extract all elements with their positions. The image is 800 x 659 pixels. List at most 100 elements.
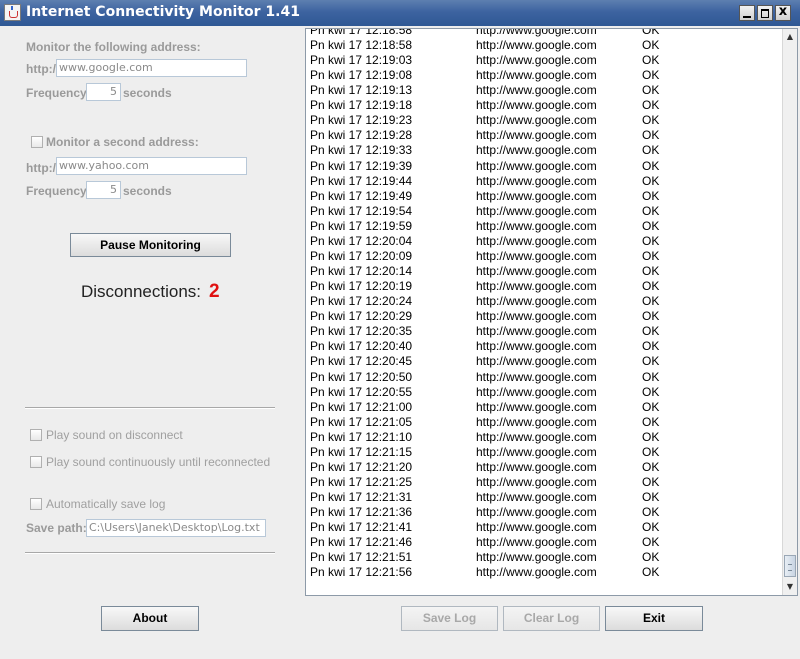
log-status: OK xyxy=(642,218,660,233)
log-row[interactable]: Pn kwi 17 12:21:10 http://www.google.com O… xyxy=(306,430,784,445)
log-url: http://www.google.com xyxy=(476,490,597,505)
log-row[interactable]: Pn kwi 17 12:21:41 http://www.google.com O… xyxy=(306,520,784,535)
log-row[interactable]: Pn kwi 17 12:20:40 http://www.google.com O… xyxy=(306,339,784,354)
log-time: Pn kwi 17 12:21:56 xyxy=(310,565,413,580)
scroll-down-icon[interactable]: ▼ xyxy=(784,581,796,593)
log-row[interactable]: Pn kwi 17 12:21:51 http://www.google.com O… xyxy=(306,550,784,565)
save-path-label: Save path: xyxy=(26,521,87,535)
log-row[interactable]: Pn kwi 17 12:21:36 http://www.google.com O… xyxy=(306,505,784,520)
log-row[interactable]: Pn kwi 17 12:20:55 http://www.google.com O… xyxy=(306,385,784,400)
log-row[interactable]: Pn kwi 17 12:20:04 http://www.google.com O… xyxy=(306,234,784,249)
scrollbar-thumb[interactable] xyxy=(784,555,796,577)
log-url: http://www.google.com xyxy=(476,83,597,98)
log-status: OK xyxy=(642,550,660,565)
log-url: http://www.google.com xyxy=(476,354,597,369)
log-status: OK xyxy=(642,264,660,279)
log-row[interactable]: Pn kwi 17 12:19:39 http://www.google.com O… xyxy=(306,159,784,174)
log-cell-partial: http://www.google.com xyxy=(476,28,597,37)
log-url: http://www.google.com xyxy=(476,459,597,474)
log-status: OK xyxy=(642,158,660,173)
second-address-label: Monitor a second address: xyxy=(46,135,199,149)
log-status: OK xyxy=(642,294,660,309)
log-row[interactable]: Pn kwi 17 12:20:09 http://www.google.com O… xyxy=(306,249,784,264)
log-row[interactable]: Pn kwi 17 12:21:15 http://www.google.com O… xyxy=(306,445,784,460)
log-row[interactable]: Pn kwi 17 12:21:25 http://www.google.com O… xyxy=(306,475,784,490)
log-row[interactable]: Pn kwi 17 12:21:20 http://www.google.com O… xyxy=(306,460,784,475)
log-scrollbar[interactable]: ▲ ▼ xyxy=(782,29,797,595)
log-url: http://www.google.com xyxy=(476,143,597,158)
log-status: OK xyxy=(642,339,660,354)
log-list[interactable]: Pn kwi 17 12:18:58 http://www.google.com O… xyxy=(305,28,798,596)
log-status: OK xyxy=(642,98,660,113)
java-app-icon[interactable] xyxy=(4,4,21,21)
log-status: OK xyxy=(642,565,660,580)
log-time: Pn kwi 17 12:21:51 xyxy=(310,550,413,565)
log-row[interactable]: Pn kwi 17 12:19:03 http://www.google.com O… xyxy=(306,53,784,68)
save-log-button[interactable]: Save Log xyxy=(401,606,498,631)
log-row[interactable]: Pn kwi 17 12:19:59 http://www.google.com O… xyxy=(306,219,784,234)
log-row[interactable]: Pn kwi 17 12:20:24 http://www.google.com O… xyxy=(306,294,784,309)
pause-monitoring-button[interactable]: Pause Monitoring xyxy=(70,233,231,257)
log-url: http://www.google.com xyxy=(476,188,597,203)
log-row[interactable]: Pn kwi 17 12:20:45 http://www.google.com O… xyxy=(306,354,784,369)
log-row[interactable]: Pn kwi 17 12:20:29 http://www.google.com O… xyxy=(306,309,784,324)
log-row[interactable]: Pn kwi 17 12:19:33 http://www.google.com O… xyxy=(306,143,784,158)
log-url: http://www.google.com xyxy=(476,369,597,384)
about-button[interactable]: About xyxy=(101,606,199,631)
second-address-input[interactable]: www.yahoo.com xyxy=(56,157,247,175)
log-time: Pn kwi 17 12:19:59 xyxy=(310,218,413,233)
log-time: Pn kwi 17 12:19:13 xyxy=(310,83,413,98)
log-row[interactable]: Pn kwi 17 12:19:54 http://www.google.com O… xyxy=(306,204,784,219)
log-row[interactable]: Pn kwi 17 12:21:00 http://www.google.com O… xyxy=(306,400,784,415)
log-url: http://www.google.com xyxy=(476,309,597,324)
second-address-checkbox[interactable] xyxy=(31,136,43,148)
log-row[interactable]: Pn kwi 17 12:21:31 http://www.google.com O… xyxy=(306,490,784,505)
log-row[interactable]: Pn kwi 17 12:19:08 http://www.google.com O… xyxy=(306,68,784,83)
log-row[interactable]: Pn kwi 17 12:19:44 http://www.google.com O… xyxy=(306,174,784,189)
log-row[interactable]: Pn kwi 17 12:19:18 http://www.google.com O… xyxy=(306,98,784,113)
exit-button[interactable]: Exit xyxy=(605,606,703,631)
scroll-up-icon[interactable]: ▲ xyxy=(784,31,796,43)
log-row[interactable]: Pn kwi 17 12:18:58 http://www.google.com O… xyxy=(306,38,784,53)
log-status: OK xyxy=(642,369,660,384)
frequency-input[interactable]: 5 xyxy=(86,83,121,101)
log-url: http://www.google.com xyxy=(476,233,597,248)
auto-save-checkbox[interactable] xyxy=(30,498,42,510)
log-time: Pn kwi 17 12:19:33 xyxy=(310,143,413,158)
log-row[interactable]: Pn kwi 17 12:19:23 http://www.google.com O… xyxy=(306,113,784,128)
sound-disconnect-checkbox[interactable] xyxy=(30,429,42,441)
address-input[interactable]: www.google.com xyxy=(56,59,247,77)
separator xyxy=(25,552,275,554)
log-cell-partial: Pn kwi 17 12:18:58 xyxy=(310,28,413,37)
log-row[interactable]: Pn kwi 17 12:19:28 http://www.google.com O… xyxy=(306,128,784,143)
second-frequency-input[interactable]: 5 xyxy=(86,181,121,199)
log-status: OK xyxy=(642,490,660,505)
log-time: Pn kwi 17 12:20:45 xyxy=(310,354,413,369)
log-url: http://www.google.com xyxy=(476,414,597,429)
log-row[interactable]: Pn kwi 17 12:20:19 http://www.google.com O… xyxy=(306,279,784,294)
log-url: http://www.google.com xyxy=(476,113,597,128)
log-url: http://www.google.com xyxy=(476,505,597,520)
address-prefix-label: http:// xyxy=(26,62,60,76)
log-url: http://www.google.com xyxy=(476,399,597,414)
clear-log-button[interactable]: Clear Log xyxy=(503,606,600,631)
close-icon: x xyxy=(778,4,788,19)
log-row[interactable]: Pn kwi 17 12:20:35 http://www.google.com O… xyxy=(306,324,784,339)
log-row[interactable]: Pn kwi 17 12:19:13 http://www.google.com O… xyxy=(306,83,784,98)
log-time: Pn kwi 17 12:20:14 xyxy=(310,264,413,279)
log-url: http://www.google.com xyxy=(476,444,597,459)
log-row[interactable]: Pn kwi 17 12:21:46 http://www.google.com O… xyxy=(306,535,784,550)
title-bar[interactable]: Internet Connectivity Monitor 1.41 x xyxy=(0,0,800,26)
save-path-input[interactable]: C:\Users\Janek\Desktop\Log.txt xyxy=(86,519,266,537)
log-time: Pn kwi 17 12:20:50 xyxy=(310,369,413,384)
sound-continuous-checkbox[interactable] xyxy=(30,456,42,468)
close-window-button[interactable]: x xyxy=(775,4,791,21)
log-row[interactable]: Pn kwi 17 12:20:50 http://www.google.com O… xyxy=(306,370,784,385)
log-time: Pn kwi 17 12:21:31 xyxy=(310,490,413,505)
log-row[interactable]: Pn kwi 17 12:21:05 http://www.google.com O… xyxy=(306,415,784,430)
maximize-button[interactable] xyxy=(757,5,773,21)
log-row[interactable]: Pn kwi 17 12:20:14 http://www.google.com O… xyxy=(306,264,784,279)
minimize-button[interactable] xyxy=(739,5,755,21)
log-row[interactable]: Pn kwi 17 12:19:49 http://www.google.com O… xyxy=(306,189,784,204)
log-row[interactable]: Pn kwi 17 12:21:56 http://www.google.com O… xyxy=(306,565,784,580)
